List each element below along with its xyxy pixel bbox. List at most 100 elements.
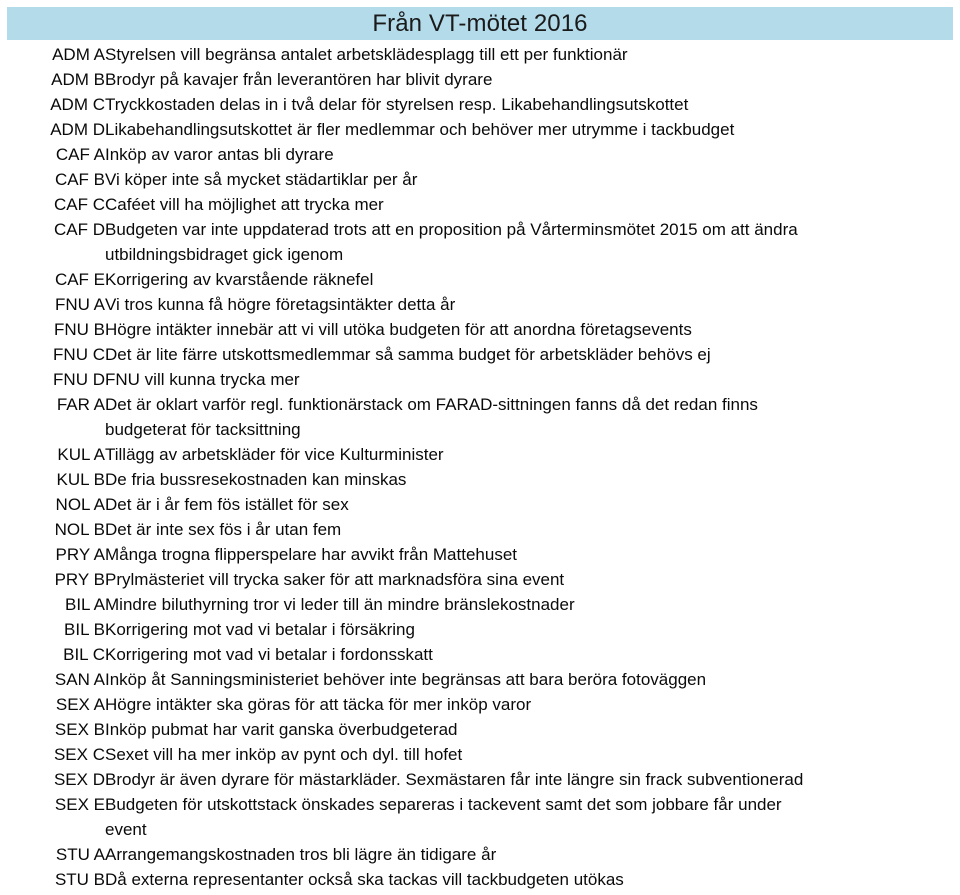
row-code: ADM B — [51, 70, 105, 89]
row-code: STU B — [54, 870, 105, 889]
row-text: Korrigering mot vad vi betalar i försäkr… — [105, 620, 415, 639]
row-text: FNU vill kunna trycka mer — [105, 370, 300, 389]
row-text: Korrigering mot vad vi betalar i fordons… — [105, 645, 433, 664]
row-text: Det är lite färre utskottsmedlemmar så s… — [105, 345, 711, 364]
table-row: CAF E Korrigering av kvarstående räknefel — [0, 267, 960, 292]
row-text: Korrigering av kvarstående räknefel — [105, 270, 374, 289]
row-text: event — [105, 820, 147, 839]
row-text: Mindre biluthyrning tror vi leder till ä… — [105, 595, 575, 614]
row-code: KUL A — [57, 445, 105, 464]
row-code: CAF E — [54, 270, 105, 289]
row-code: NOL A — [55, 495, 105, 514]
row-code: FNU B — [54, 320, 105, 339]
table-row: ADM A Styrelsen vill begränsa antalet arb… — [0, 42, 960, 67]
row-code — [0, 417, 105, 442]
table-row: CAF C Caféet vill ha möjlighet att trycka… — [0, 192, 960, 217]
table-row: budgeterat för tacksittning — [0, 417, 960, 442]
row-code: FNU D — [53, 370, 105, 389]
row-text: Inköp pubmat har varit ganska överbudget… — [105, 720, 458, 739]
table-row: FNU C Det är lite färre utskottsmedlemmar… — [0, 342, 960, 367]
row-code: NOL B — [54, 520, 105, 539]
row-text: Det är oklart varför regl. funktionärsta… — [105, 395, 758, 414]
row-code: ADM A — [52, 45, 105, 64]
page-title: Från VT-mötet 2016 — [372, 10, 588, 37]
row-code: FAR A — [56, 395, 105, 414]
table-row: SEX C Sexet vill ha mer inköp av pynt och… — [0, 742, 960, 767]
table-row: STU A Arrangemangskostnaden tros bli lägr… — [0, 842, 960, 867]
row-text: Inköp åt Sanningsministeriet behöver int… — [105, 670, 707, 689]
row-code: PRY A — [55, 545, 105, 564]
row-text: Tillägg av arbetskläder för vice Kulturm… — [105, 445, 444, 464]
row-code: CAF C — [54, 195, 105, 214]
table-row: SEX D Brodyr är även dyrare för mästarklä… — [0, 767, 960, 792]
table-row: utbildningsbidraget gick igenom — [0, 242, 960, 267]
table-row: event — [0, 817, 960, 842]
row-text: Det är i år fem fös istället för sex — [105, 495, 349, 514]
row-code: BIL B — [64, 620, 105, 639]
row-text: Många trogna flipperspelare har avvikt f… — [105, 545, 518, 564]
table-row: BIL A Mindre biluthyrning tror vi leder t… — [0, 592, 960, 617]
row-code: ADM D — [50, 120, 105, 139]
table-row: FAR A Det är oklart varför regl. funktion… — [0, 392, 960, 417]
row-code: CAF D — [54, 220, 105, 239]
table-row: SEX B Inköp pubmat har varit ganska överb… — [0, 717, 960, 742]
table-row: NOL A Det är i år fem fös istället för se… — [0, 492, 960, 517]
row-text: Styrelsen vill begränsa antalet arbetskl… — [105, 45, 628, 64]
table-row: ADM C Tryckkostaden delas in i två delar … — [0, 92, 960, 117]
meeting-notes-body: ADM A Styrelsen vill begränsa antalet arb… — [0, 42, 960, 892]
row-code: ADM C — [50, 95, 105, 114]
row-code: KUL B — [56, 470, 105, 489]
row-text: Prylmästeriet vill trycka saker för att … — [105, 570, 565, 589]
row-text: budgeterat för tacksittning — [105, 420, 301, 439]
row-text: Det är inte sex fös i år utan fem — [105, 520, 342, 539]
table-row: KUL B De fria bussresekostnaden kan minsk… — [0, 467, 960, 492]
title-banner: Från VT-mötet 2016 — [7, 7, 953, 40]
row-text: De fria bussresekostnaden kan minskas — [105, 470, 407, 489]
table-row: FNU B Högre intäkter innebär att vi vill … — [0, 317, 960, 342]
row-code: SEX B — [54, 720, 105, 739]
row-code — [0, 817, 105, 842]
table-row: KUL A Tillägg av arbetskläder för vice Ku… — [0, 442, 960, 467]
row-text: Likabehandlingsutskottet är fler medlemm… — [105, 120, 735, 139]
row-code: CAF B — [54, 170, 105, 189]
table-row: ADM D Likabehandlingsutskottet är fler me… — [0, 117, 960, 142]
row-code: STU A — [55, 845, 105, 864]
row-text: Sexet vill ha mer inköp av pynt och dyl.… — [105, 745, 463, 764]
row-code: PRY B — [54, 570, 105, 589]
table-row: SAN A Inköp åt Sanningsministeriet behöve… — [0, 667, 960, 692]
table-row: CAF D Budgeten var inte uppdaterad trots … — [0, 217, 960, 242]
table-row: BIL C Korrigering mot vad vi betalar i fo… — [0, 642, 960, 667]
row-text: Högre intäkter ska göras för att täcka f… — [105, 695, 532, 714]
row-code: FNU C — [53, 345, 105, 364]
row-code — [0, 242, 105, 267]
row-code: CAF A — [55, 145, 105, 164]
row-code: SAN A — [54, 670, 105, 689]
row-text: Budgeten för utskottstack önskades separ… — [105, 795, 782, 814]
row-code: SEX C — [53, 745, 105, 764]
table-row: NOL B Det är inte sex fös i år utan fem — [0, 517, 960, 542]
document-page: Från VT-mötet 2016 ADM A Styrelsen vill b… — [0, 0, 960, 895]
row-text: Brodyr är även dyrare för mästarkläder. … — [105, 770, 804, 789]
table-row: PRY A Många trogna flipperspelare har avv… — [0, 542, 960, 567]
row-code: SEX A — [55, 695, 105, 714]
table-row: BIL B Korrigering mot vad vi betalar i fö… — [0, 617, 960, 642]
row-code: BIL A — [64, 595, 105, 614]
table-row: STU B Då externa representanter också ska… — [0, 867, 960, 892]
row-text: Arrangemangskostnaden tros bli lägre än … — [105, 845, 497, 864]
row-text: Vi köper inte så mycket städartiklar per… — [105, 170, 418, 189]
row-text: utbildningsbidraget gick igenom — [105, 245, 344, 264]
row-code: SEX D — [53, 770, 105, 789]
row-text: Då externa representanter också ska tack… — [105, 870, 624, 889]
row-text: Inköp av varor antas bli dyrare — [105, 145, 334, 164]
row-text: Vi tros kunna få högre företagsintäkter … — [105, 295, 456, 314]
table-row: FNU D FNU vill kunna trycka mer — [0, 367, 960, 392]
table-row: SEX A Högre intäkter ska göras för att tä… — [0, 692, 960, 717]
table-row: SEX E Budgeten för utskottstack önskades … — [0, 792, 960, 817]
table-row: ADM B Brodyr på kavajer från leverantören… — [0, 67, 960, 92]
row-text: Caféet vill ha möjlighet att trycka mer — [105, 195, 384, 214]
row-text: Budgeten var inte uppdaterad trots att e… — [105, 220, 798, 239]
table-row: FNU A Vi tros kunna få högre företagsintä… — [0, 292, 960, 317]
row-text: Brodyr på kavajer från leverantören har … — [105, 70, 493, 89]
row-text: Högre intäkter innebär att vi vill utöka… — [105, 320, 692, 339]
table-row: CAF A Inköp av varor antas bli dyrare — [0, 142, 960, 167]
